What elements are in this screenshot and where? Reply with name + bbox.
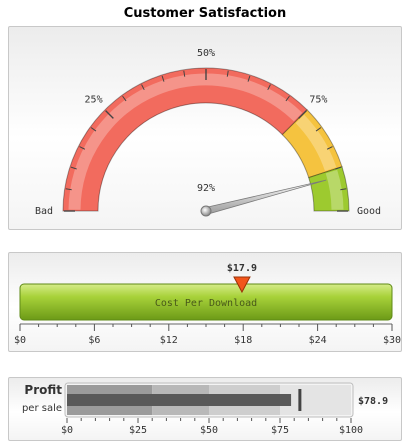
- gauge-tick-label-50: 50%: [197, 48, 215, 59]
- linear-gauge-title: Cost Per Download: [155, 298, 257, 309]
- bullet-value-label: $78.9: [358, 396, 388, 407]
- charts-canvas: 25% 50% 75% Bad Good 92% $17.9 Cost Per …: [14, 48, 401, 436]
- gauge-tick-label-75: 75%: [309, 95, 327, 106]
- linear-gauge-tick-label-0: $0: [14, 335, 26, 346]
- linear-gauge-ticks: [19, 323, 393, 331]
- bullet-tick-label-25: $25: [129, 425, 147, 436]
- bullet-value-bar: [67, 394, 292, 406]
- gauge-needle: [204, 179, 327, 215]
- gauge-upper-label: Good: [357, 206, 381, 217]
- gauge-tick-label-25: 25%: [85, 95, 103, 106]
- bullet-ticks: [66, 418, 352, 423]
- bullet-tick-label-75: $75: [271, 425, 289, 436]
- linear-gauge-value-label: $17.9: [227, 263, 257, 274]
- linear-gauge-tick-label-18: $18: [234, 335, 252, 346]
- gauge-lower-label: Bad: [35, 206, 53, 217]
- bullet-title: Profit: [24, 383, 62, 397]
- bullet-tick-label-50: $50: [200, 425, 218, 436]
- linear-gauge-tick-label-6: $6: [88, 335, 100, 346]
- bullet-tick-label-100: $100: [339, 425, 363, 436]
- gauge-pivot: [200, 205, 212, 217]
- linear-gauge-tick-label-30: $30: [383, 335, 401, 346]
- bullet-target-marker: [298, 389, 302, 411]
- gauge-range-highlight-2: [325, 169, 344, 210]
- gauge-value-label: 92%: [197, 183, 215, 194]
- linear-gauge-tick-label-24: $24: [309, 335, 327, 346]
- linear-gauge-tick-label-12: $12: [160, 335, 178, 346]
- bullet-subtitle: per sale: [22, 403, 62, 414]
- bullet-tick-label-0: $0: [61, 425, 73, 436]
